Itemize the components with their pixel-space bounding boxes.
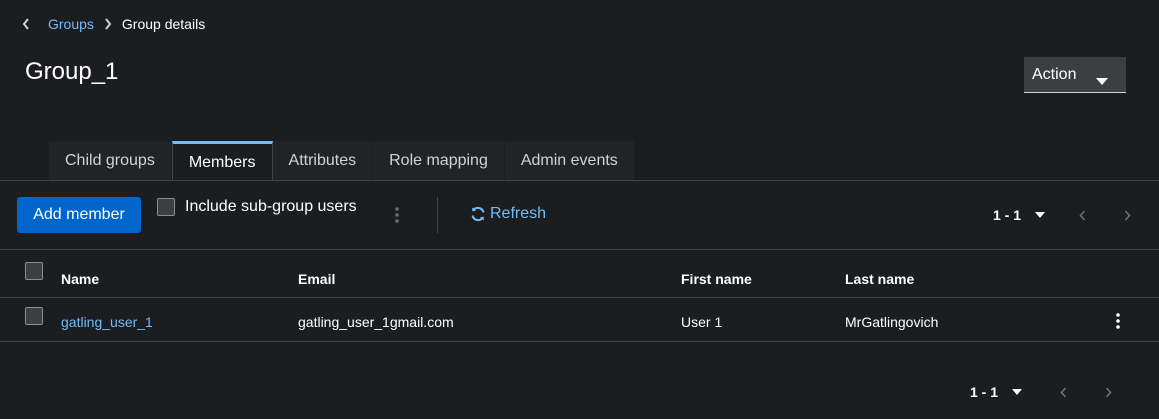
- tab-child-groups[interactable]: Child groups: [49, 141, 172, 181]
- pagination-range: 1 - 1: [970, 384, 999, 400]
- add-member-button[interactable]: Add member: [17, 197, 141, 233]
- member-email: gatling_user_1gmail.com: [298, 314, 454, 330]
- column-header-email: Email: [298, 271, 336, 287]
- breadcrumb-groups-link[interactable]: Groups: [48, 16, 94, 32]
- caret-down-icon: [1096, 72, 1108, 90]
- tab-admin-events[interactable]: Admin events: [504, 141, 635, 181]
- table-row: gatling_user_1 gatling_user_1gmail.com U…: [0, 298, 1159, 341]
- members-toolbar: Add member Include sub-group users Refre…: [0, 181, 1159, 249]
- select-all-checkbox[interactable]: [25, 262, 43, 280]
- page-title: Group_1: [25, 58, 119, 85]
- tab-attributes[interactable]: Attributes: [272, 141, 374, 181]
- group-details-page: Groups Group details Group_1 Action Chil…: [0, 0, 1159, 419]
- row-kebab-icon[interactable]: [1113, 312, 1123, 330]
- prev-page-icon[interactable]: [1060, 386, 1067, 398]
- row-divider-line: [0, 341, 1159, 342]
- tabs: Child groups Members Attributes Role map…: [49, 141, 635, 181]
- column-header-last-name: Last name: [845, 271, 915, 287]
- row-checkbox[interactable]: [25, 307, 43, 325]
- next-page-icon[interactable]: [1124, 209, 1131, 221]
- member-name-link[interactable]: gatling_user_1: [61, 314, 153, 330]
- per-page-caret-icon[interactable]: [1035, 212, 1046, 218]
- bottom-pagination: 1 - 1: [970, 384, 1112, 400]
- next-page-icon[interactable]: [1105, 386, 1112, 398]
- refresh-icon: [470, 206, 486, 222]
- member-first-name: User 1: [681, 314, 723, 330]
- chevron-right-icon: [104, 18, 112, 30]
- breadcrumb-current: Group details: [121, 16, 206, 32]
- prev-page-icon[interactable]: [1079, 209, 1086, 221]
- include-subgroup-label: Include sub-group users: [185, 198, 357, 215]
- chevron-left-icon[interactable]: [20, 18, 32, 30]
- table-header: Name Email First name Last name: [0, 250, 1159, 297]
- include-subgroup-option: Include sub-group users: [157, 198, 357, 216]
- column-header-name: Name: [61, 271, 100, 287]
- action-dropdown[interactable]: Action: [1024, 57, 1126, 93]
- tab-members[interactable]: Members: [171, 141, 273, 181]
- include-subgroup-checkbox[interactable]: [157, 198, 175, 216]
- action-dropdown-label: Action: [1032, 65, 1077, 83]
- tab-role-mapping[interactable]: Role mapping: [373, 141, 505, 181]
- refresh-label: Refresh: [490, 205, 547, 222]
- breadcrumb: Groups Group details: [20, 14, 205, 34]
- pagination-range: 1 - 1: [993, 207, 1022, 223]
- top-pagination: 1 - 1: [993, 207, 1131, 223]
- toolbar-kebab-icon[interactable]: [392, 205, 402, 225]
- per-page-caret-icon[interactable]: [1012, 389, 1023, 395]
- column-header-first-name: First name: [681, 271, 752, 287]
- page-header: Groups Group details Group_1 Action Chil…: [0, 0, 1159, 181]
- toolbar-divider: [437, 197, 438, 233]
- member-last-name: MrGatlingovich: [845, 314, 939, 330]
- refresh-button[interactable]: Refresh: [470, 205, 546, 223]
